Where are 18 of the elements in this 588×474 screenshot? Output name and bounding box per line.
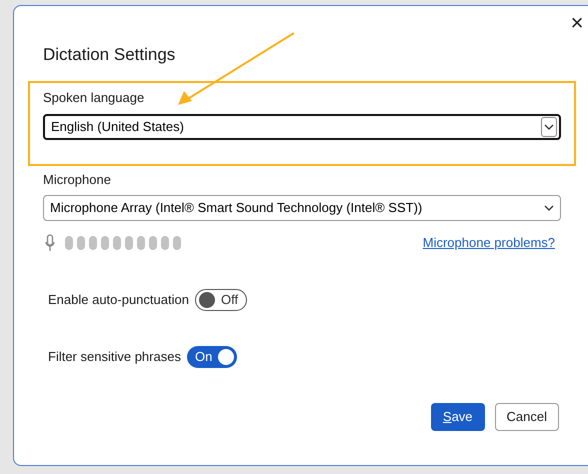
toggle-label: Enable auto-punctuation xyxy=(48,291,189,310)
microphone-problems-link[interactable]: Microphone problems? xyxy=(422,233,555,253)
language-dropdown[interactable]: English (United States) xyxy=(43,114,561,140)
microphone-dropdown[interactable]: Microphone Array (Intel® Smart Sound Technology (Intel® SST)) xyxy=(43,195,561,221)
dialog-title: Dictation Settings xyxy=(43,44,176,66)
toggle-label: Filter sensitive phrases xyxy=(48,348,181,366)
field-label: Spoken language xyxy=(43,89,146,107)
chevron-icon xyxy=(544,205,554,211)
save-button[interactable]: Save xyxy=(430,403,485,431)
close-button[interactable]: × xyxy=(566,12,588,34)
field-label: Microphone xyxy=(43,170,112,189)
cancel-button[interactable]: Cancel xyxy=(494,403,559,431)
chevron-icon xyxy=(544,124,554,130)
dropdown-button[interactable] xyxy=(541,116,557,136)
toggle-switch[interactable]: On xyxy=(186,346,238,368)
level-meter-icon xyxy=(65,236,181,250)
toggle-switch[interactable]: Off xyxy=(194,289,248,311)
microphone-icon xyxy=(45,234,55,252)
